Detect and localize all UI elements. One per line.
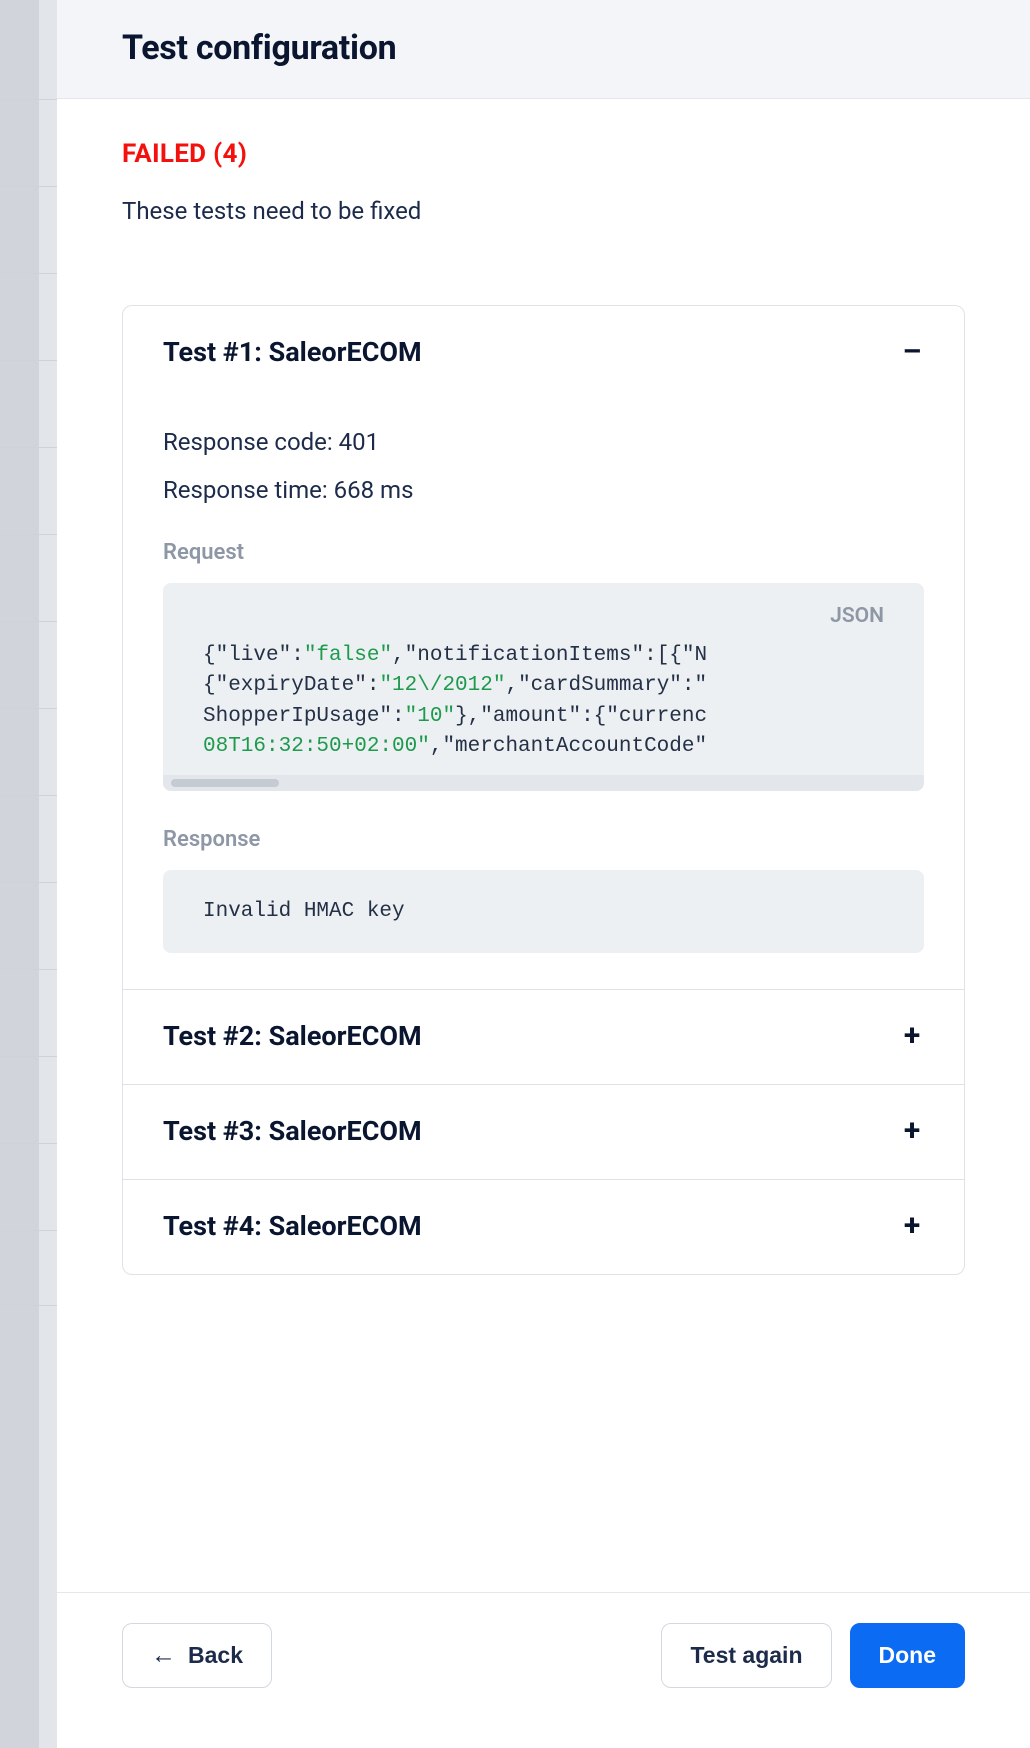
code-line: 08T16:32:50+02:00","merchantAccountCode" <box>203 735 707 758</box>
done-label: Done <box>879 1642 937 1669</box>
test-item: Test #1: SaleorECOM – Response code: 401… <box>123 306 964 989</box>
done-button[interactable]: Done <box>850 1623 966 1688</box>
background-dimmer <box>0 0 57 1748</box>
test-header-toggle[interactable]: Test #2: SaleorECOM + <box>123 990 964 1084</box>
modal-header: Test configuration <box>57 0 1030 99</box>
test-header-toggle[interactable]: Test #4: SaleorECOM + <box>123 1180 964 1274</box>
code-line: {"expiryDate":"12\/2012","cardSummary":" <box>203 674 707 697</box>
back-button-label: Back <box>188 1642 243 1669</box>
expand-icon: + <box>900 1116 924 1146</box>
json-badge: JSON <box>830 601 884 631</box>
response-time: Response time: 668 ms <box>163 476 924 504</box>
modal-footer: ← Back Test again Done <box>57 1592 1030 1748</box>
test-title: Test #3: SaleorECOM <box>163 1115 422 1147</box>
expand-icon: + <box>900 1021 924 1051</box>
test-again-button[interactable]: Test again <box>661 1623 831 1688</box>
test-header-toggle[interactable]: Test #1: SaleorECOM – <box>123 306 964 400</box>
test-again-label: Test again <box>690 1642 802 1669</box>
status-subtitle: These tests need to be fixed <box>122 197 965 225</box>
collapse-icon: – <box>900 337 924 367</box>
response-label: Response <box>163 827 924 852</box>
test-configuration-modal: Test configuration FAILED (4) These test… <box>57 0 1030 1748</box>
test-title: Test #2: SaleorECOM <box>163 1020 422 1052</box>
code-line: {"live":"false","notificationItems":[{"N <box>203 644 707 667</box>
modal-body: FAILED (4) These tests need to be fixed … <box>57 99 1030 1592</box>
request-json-block[interactable]: JSON {"live":"false","notificationItems":… <box>163 583 924 791</box>
tests-list: Test #1: SaleorECOM – Response code: 401… <box>122 305 965 1275</box>
code-line: ShopperIpUsage":"10"},"amount":{"currenc <box>203 705 707 728</box>
expand-icon: + <box>900 1211 924 1241</box>
test-header-toggle[interactable]: Test #3: SaleorECOM + <box>123 1085 964 1179</box>
test-title: Test #1: SaleorECOM <box>163 336 422 368</box>
arrow-left-icon: ← <box>151 1643 176 1668</box>
test-item: Test #4: SaleorECOM + <box>123 1179 964 1274</box>
modal-title: Test configuration <box>122 28 965 68</box>
request-label: Request <box>163 540 924 565</box>
response-code: Response code: 401 <box>163 428 924 456</box>
test-item: Test #3: SaleorECOM + <box>123 1084 964 1179</box>
scrollbar-thumb[interactable] <box>171 779 279 787</box>
status-failed: FAILED (4) <box>122 139 965 169</box>
back-button[interactable]: ← Back <box>122 1623 272 1688</box>
response-text-block: Invalid HMAC key <box>163 870 924 953</box>
test-body: Response code: 401 Response time: 668 ms… <box>123 400 964 989</box>
test-title: Test #4: SaleorECOM <box>163 1210 422 1242</box>
test-item: Test #2: SaleorECOM + <box>123 989 964 1084</box>
